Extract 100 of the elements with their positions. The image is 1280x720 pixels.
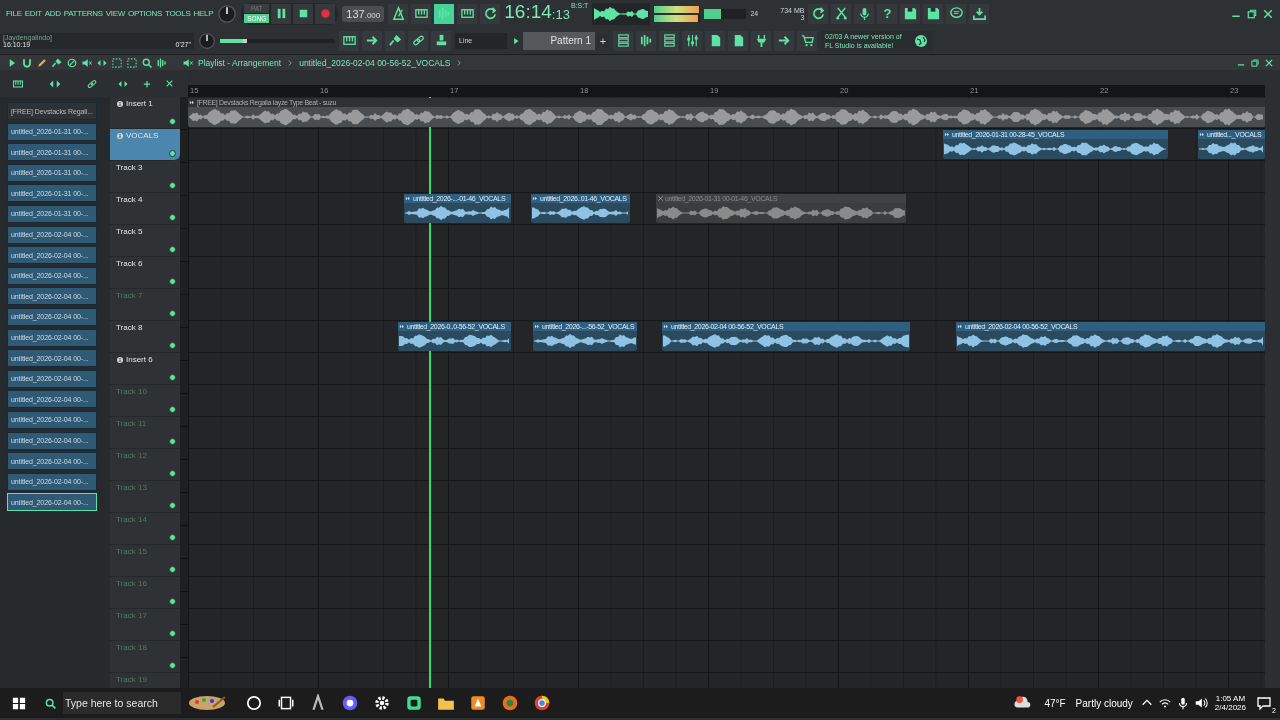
save-button[interactable]: [900, 3, 921, 24]
link-button[interactable]: [408, 30, 428, 51]
chat-app-icon[interactable]: [341, 694, 359, 712]
track-name: Track 6: [116, 259, 143, 268]
menu-item[interactable]: FILE: [6, 9, 22, 18]
download-button[interactable]: [969, 3, 990, 24]
globe-icon[interactable]: [913, 32, 929, 49]
loop-record-button[interactable]: [480, 3, 501, 24]
track-enable-dot[interactable]: [169, 630, 176, 637]
restore-icon[interactable]: [1246, 7, 1258, 20]
search-field[interactable]: Type here to search: [63, 692, 181, 714]
undo-button[interactable]: [808, 3, 829, 24]
network-icon[interactable]: [1157, 696, 1172, 710]
brush-button[interactable]: [385, 30, 405, 51]
menu-item[interactable]: PATTERNS: [63, 9, 103, 18]
menu-item[interactable]: HELP: [193, 9, 214, 18]
cut-button[interactable]: [831, 3, 852, 24]
mute-icon[interactable]: [81, 56, 93, 69]
plugin-button[interactable]: [751, 30, 771, 51]
record-button[interactable]: [315, 3, 336, 24]
clip-name: untitled_2026-02-04 00-56-52_VOCALS: [299, 57, 451, 68]
metronome-button[interactable]: [388, 3, 409, 24]
tempo-display[interactable]: 137.000: [342, 5, 385, 22]
track-enable-dot[interactable]: [169, 278, 176, 285]
track-enable-dot[interactable]: [169, 502, 176, 509]
master-volume-slider[interactable]: [220, 38, 335, 43]
notification-icon[interactable]: [1256, 695, 1272, 711]
plus-icon[interactable]: [141, 78, 152, 89]
info-icon: [116, 99, 124, 108]
play-icon[interactable]: [511, 35, 521, 46]
selection-icon[interactable]: [126, 56, 138, 69]
track-header[interactable]: VOCALS: [110, 129, 180, 161]
circle-icon[interactable]: [245, 694, 263, 712]
menu-item[interactable]: EDIT: [24, 9, 42, 18]
volume-icon[interactable]: [1193, 696, 1208, 710]
pause-button[interactable]: [271, 3, 292, 24]
add-pattern-button[interactable]: +: [597, 34, 609, 47]
step-sequencer-button[interactable]: [636, 30, 656, 51]
chat-button[interactable]: [946, 3, 967, 24]
piano-roll-button[interactable]: [339, 30, 359, 51]
track-name: Track 5: [116, 227, 143, 236]
track-enable-dot[interactable]: [169, 342, 176, 349]
export-button[interactable]: [923, 3, 944, 24]
stop-button[interactable]: [293, 3, 314, 24]
track-enable-dot[interactable]: [169, 182, 176, 189]
pencil-icon[interactable]: [36, 56, 48, 69]
close-icon[interactable]: [1262, 7, 1274, 20]
mixer-button[interactable]: [682, 30, 702, 51]
playlist-button[interactable]: [613, 30, 633, 51]
task-view-icon[interactable]: [277, 694, 295, 712]
ball-app-icon[interactable]: [501, 694, 519, 712]
prohibit-icon[interactable]: [66, 56, 78, 69]
close-icon[interactable]: [1264, 57, 1274, 68]
menu-item[interactable]: VIEW: [105, 9, 126, 18]
stamp-button[interactable]: [431, 30, 451, 51]
microphone-button[interactable]: [854, 3, 875, 24]
menu-item[interactable]: TOOLS: [165, 9, 191, 18]
menu-item[interactable]: OPTIONS: [128, 9, 162, 18]
knob-icon[interactable]: [217, 3, 238, 24]
menu-item[interactable]: ADD: [44, 9, 61, 18]
select-icon[interactable]: [111, 56, 123, 69]
browser-icon[interactable]: [533, 694, 551, 712]
track-enable-dot[interactable]: [169, 374, 176, 381]
track-enable-dot[interactable]: [169, 438, 176, 445]
fruit-app-icon[interactable]: [469, 694, 487, 712]
track-enable-dot[interactable]: [169, 150, 176, 157]
track-enable-dot[interactable]: [169, 534, 176, 541]
keyboard-button[interactable]: [411, 3, 432, 24]
pattern-selector[interactable]: Pattern 1: [523, 31, 595, 50]
playback-icon[interactable]: [156, 56, 168, 69]
channel-rack-button[interactable]: [659, 30, 679, 51]
piano-icon[interactable]: [12, 77, 24, 90]
pointer-button[interactable]: [774, 30, 794, 51]
track-name: Track 14: [116, 515, 147, 524]
zoom-icon[interactable]: [141, 56, 153, 69]
track-enable-dot[interactable]: [169, 246, 176, 253]
cart-button[interactable]: [797, 30, 817, 51]
track-enable-dot[interactable]: [169, 662, 176, 669]
track-enable-dot[interactable]: [169, 598, 176, 605]
restore-icon[interactable]: [1250, 57, 1260, 68]
knob-icon[interactable]: [198, 31, 216, 50]
arrow-button[interactable]: [362, 30, 382, 51]
typing-keyboard-button[interactable]: [434, 3, 455, 24]
close-icon[interactable]: [164, 79, 174, 88]
app-icon[interactable]: [405, 694, 423, 712]
track-enable-dot[interactable]: [169, 566, 176, 573]
step-edit-button[interactable]: [457, 3, 478, 24]
browser-button[interactable]: [705, 30, 725, 51]
file-button[interactable]: [728, 30, 748, 51]
brush-icon[interactable]: [51, 56, 63, 69]
settings-icon[interactable]: [373, 694, 391, 712]
track-enable-dot[interactable]: [169, 214, 176, 221]
magnet-icon[interactable]: [21, 56, 33, 69]
link-icon[interactable]: [86, 77, 98, 90]
track-enable-dot[interactable]: [169, 406, 176, 413]
track-enable-dot[interactable]: [169, 118, 176, 125]
track-enable-dot[interactable]: [169, 470, 176, 477]
windows-icon[interactable]: [12, 696, 26, 710]
track-enable-dot[interactable]: [169, 310, 176, 317]
help-button[interactable]: ?: [877, 3, 898, 24]
